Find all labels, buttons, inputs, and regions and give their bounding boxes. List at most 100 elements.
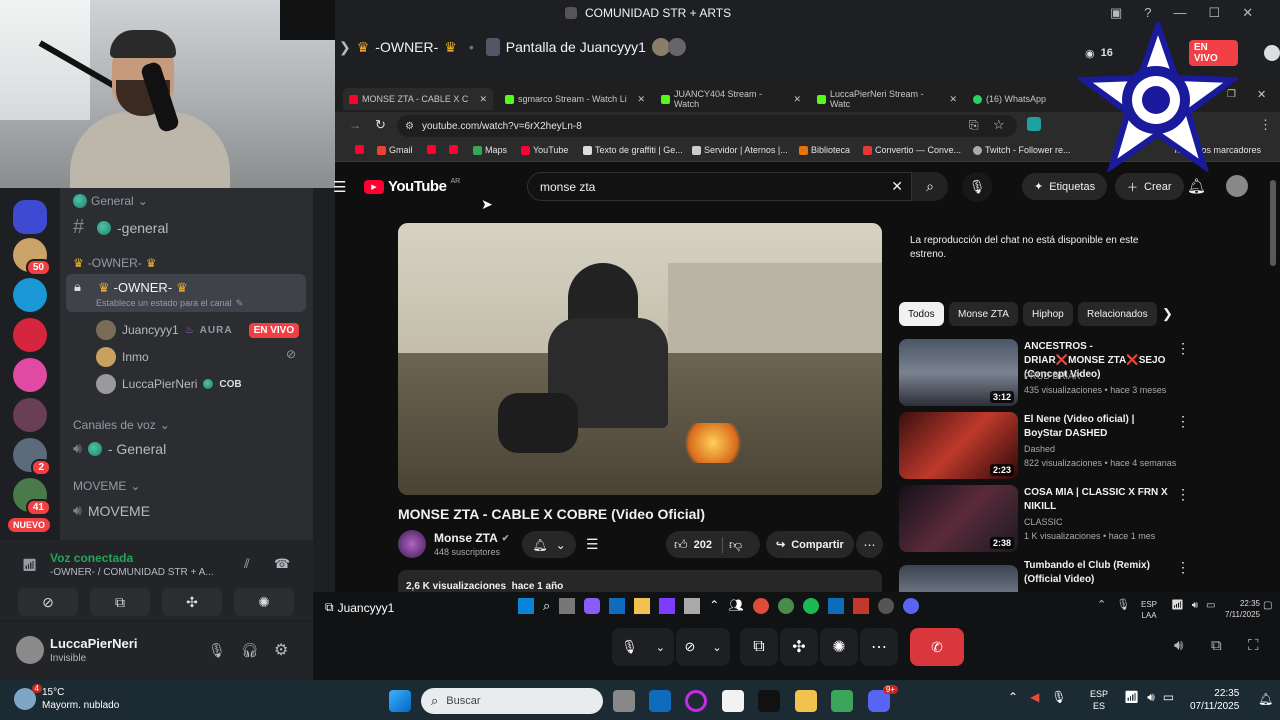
category-owner[interactable]: ♛ -OWNER- ♛ xyxy=(73,256,157,270)
add-to-playlist-icon[interactable]: ☰ xyxy=(586,536,599,553)
search-input[interactable]: monse zta ✕ xyxy=(527,172,912,201)
bookmark-star-icon[interactable]: ☆ xyxy=(993,117,1005,133)
camera-off-button[interactable]: ⊘ xyxy=(18,588,78,616)
maximize-icon[interactable]: ☐ xyxy=(1209,5,1221,21)
menu-icon[interactable]: ⋮ xyxy=(1259,117,1272,133)
channel-name[interactable]: Monse ZTA ✔ xyxy=(434,531,509,545)
bookmark-convertio[interactable]: Convertio — Conve... xyxy=(863,145,961,155)
opera-icon[interactable] xyxy=(685,690,707,712)
avatar[interactable] xyxy=(16,636,44,664)
page-scrollbar[interactable] xyxy=(1270,180,1276,266)
category-voice[interactable]: Canales de voz ⌄ xyxy=(73,418,170,432)
soundboard-button[interactable]: ✺ xyxy=(234,588,294,616)
browser-tab[interactable]: sgmarco Stream - Watch Li ✕ xyxy=(505,88,645,110)
server-icon[interactable]: 50 xyxy=(13,238,51,276)
server-icon[interactable] xyxy=(13,318,47,352)
leave-call-button[interactable]: ✆ xyxy=(910,628,964,666)
camera-control[interactable]: ⊘ ⌄ xyxy=(676,628,730,666)
category-moveme[interactable]: MOVEME ⌄ xyxy=(73,479,140,493)
related-channel[interactable]: Dashed xyxy=(1024,444,1055,454)
related-more-icon[interactable]: ⋮ xyxy=(1176,413,1190,430)
install-icon[interactable]: ⎘ xyxy=(969,118,979,133)
volume-icon[interactable]: 🔊︎ xyxy=(1147,690,1155,705)
channel-general-text[interactable]: # -general xyxy=(73,216,168,239)
notification-bell-icon[interactable]: 🔔︎ xyxy=(1258,692,1273,706)
task-view-icon[interactable] xyxy=(613,690,635,712)
activities-control[interactable]: ✣ xyxy=(780,628,818,666)
video-player[interactable] xyxy=(398,223,882,495)
chat-icon[interactable] xyxy=(1264,45,1280,61)
minimize-icon[interactable]: — xyxy=(1174,5,1187,21)
volume-icon[interactable]: 🔊︎ xyxy=(1174,637,1183,654)
channel-moveme[interactable]: 🔊︎ MOVEME xyxy=(73,502,150,519)
browser-tab[interactable]: JUANCY404 Stream - Watch ✕ xyxy=(661,88,801,110)
weather-widget[interactable]: 4 15°C Mayorm. nublado xyxy=(14,684,119,712)
voice-user[interactable]: Inmo xyxy=(96,347,149,367)
related-thumbnail[interactable] xyxy=(899,565,1018,592)
soundboard-control[interactable]: ✺ xyxy=(820,628,858,666)
chevron-up-icon[interactable]: ⌃ xyxy=(1008,690,1018,704)
voice-user[interactable]: LuccaPierNeri COB xyxy=(96,374,242,394)
server-icon[interactable] xyxy=(13,358,47,392)
server-icon[interactable] xyxy=(13,278,47,312)
share-button[interactable]: ↪ Compartir xyxy=(766,531,854,558)
popout-icon[interactable]: ⧉ xyxy=(1211,637,1222,654)
file-explorer-icon[interactable] xyxy=(795,690,817,712)
chip-relacionados[interactable]: Relacionados xyxy=(1078,302,1157,326)
chip-todos[interactable]: Todos xyxy=(899,302,944,326)
language-indicator[interactable]: ESP ES xyxy=(1090,688,1108,712)
start-button[interactable] xyxy=(389,690,411,712)
related-thumbnail[interactable]: 2:23 xyxy=(899,412,1018,479)
bookmark-biblioteca[interactable]: Biblioteca xyxy=(799,145,850,155)
server-icon[interactable] xyxy=(13,200,47,234)
server-icon[interactable]: 2 xyxy=(13,438,51,476)
discord-icon[interactable]: 9+ xyxy=(868,685,898,712)
clock[interactable]: 22:35 07/11/2025 xyxy=(1190,687,1239,713)
etiquetas-button[interactable]: ✦ Etiquetas xyxy=(1022,173,1108,200)
hamburger-icon[interactable]: ☰ xyxy=(333,178,346,196)
bookmark-item[interactable] xyxy=(427,145,436,154)
search-button[interactable]: ⌕ xyxy=(912,172,948,201)
close-tab-icon[interactable]: ✕ xyxy=(479,94,487,105)
related-more-icon[interactable]: ⋮ xyxy=(1176,559,1190,576)
share-screen-button[interactable]: ⧉ xyxy=(90,588,150,616)
bookmark-aternos[interactable]: Servidor | Aternos |... xyxy=(692,145,788,155)
related-thumbnail[interactable]: 2:38 xyxy=(899,485,1018,552)
related-thumbnail[interactable]: 3:12 xyxy=(899,339,1018,406)
more-control[interactable]: ⋯ xyxy=(860,628,898,666)
voice-user[interactable]: Juancyyy1 ♨ AURA EN VIVO xyxy=(96,320,300,340)
headphones-icon[interactable]: 🎧︎ xyxy=(241,642,259,659)
bookmark-maps[interactable]: Maps xyxy=(473,145,507,155)
activities-button[interactable]: ✣ xyxy=(162,588,222,616)
help-icon[interactable]: ? xyxy=(1144,5,1151,21)
server-icon[interactable]: 41 xyxy=(13,478,51,516)
close-icon[interactable]: ✕ xyxy=(1242,5,1253,21)
channel-voice-general[interactable]: 🔊︎ - General xyxy=(73,440,166,457)
microphone-icon[interactable]: 🎙︎ xyxy=(1051,690,1066,704)
disconnect-icon[interactable]: ☎ xyxy=(274,556,290,572)
chevron-right-icon[interactable]: ❯ xyxy=(1162,306,1173,322)
reload-icon[interactable]: ↻ xyxy=(375,117,386,133)
app-tray-icon[interactable]: ◀ xyxy=(1030,690,1039,704)
bookmark-graffiti[interactable]: Texto de graffiti | Ge... xyxy=(583,145,683,155)
chip-hiphop[interactable]: Hiphop xyxy=(1023,302,1073,326)
nuevo-badge[interactable]: NUEVO xyxy=(8,518,51,532)
dislike-icon[interactable]: 👎︎ xyxy=(729,537,742,553)
related-title[interactable]: El Nene (Video oficial) | BoyStar DASHED xyxy=(1024,413,1169,441)
description-box[interactable]: 2,6 K visualizaciones hace 1 año xyxy=(398,570,882,592)
fullscreen-icon[interactable]: ⛶ xyxy=(1248,637,1259,654)
voice-search-button[interactable]: 🎙︎ xyxy=(962,172,992,202)
voice-status[interactable]: Voz conectada xyxy=(50,551,133,565)
mic-control[interactable]: 🎙︎ ⌄ xyxy=(612,628,674,666)
bell-icon[interactable]: 🔔︎ xyxy=(1187,177,1206,195)
bookmark-item[interactable] xyxy=(355,145,364,154)
taskbar-search[interactable]: ⌕ Buscar xyxy=(421,688,603,714)
browser-tab[interactable]: (16) WhatsApp xyxy=(973,88,1093,110)
more-actions-button[interactable]: ⋯ xyxy=(856,531,883,558)
settings-icon[interactable]: ⚙ xyxy=(274,640,288,660)
related-title[interactable]: Tumbando el Club (Remix) (Official Video… xyxy=(1024,559,1169,587)
close-tab-icon[interactable]: ✕ xyxy=(637,94,645,105)
outlook-icon[interactable] xyxy=(649,690,671,712)
channel-owner-voice[interactable]: 🔒︎ ♛ -OWNER- ♛ Establece un estado para … xyxy=(66,274,306,312)
bookmark-youtube[interactable]: YouTube xyxy=(521,145,568,155)
